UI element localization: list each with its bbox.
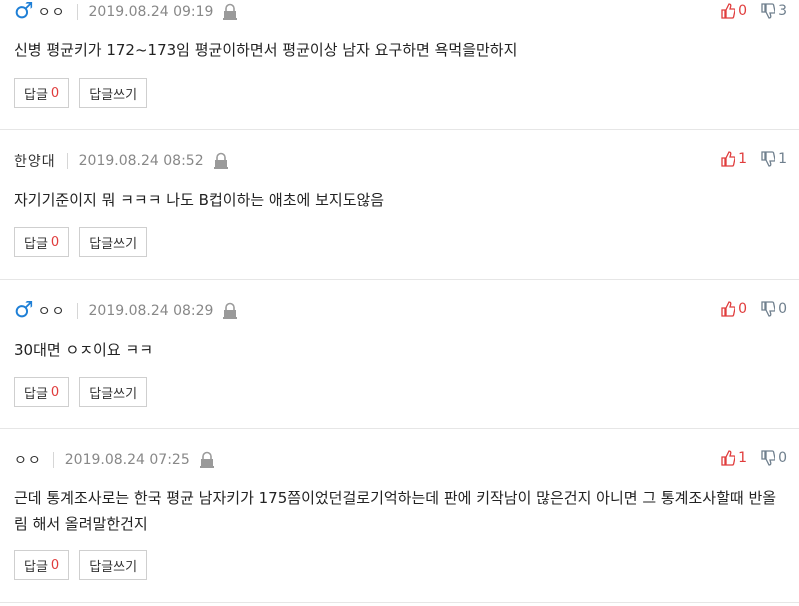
write-reply-button[interactable]: 답글쓰기	[79, 550, 148, 580]
reply-count: 0	[50, 234, 60, 250]
upvote-count: 0	[738, 3, 748, 19]
downvote-count: 1	[778, 151, 787, 167]
write-reply-button[interactable]: 답글쓰기	[79, 227, 148, 257]
downvote-button[interactable]: 0	[761, 301, 787, 317]
male-icon: ♂	[14, 298, 34, 323]
comment-date: 2019.08.24 07:25	[64, 452, 190, 468]
ip-lock-icon	[222, 3, 238, 21]
upvote-count: 1	[738, 151, 748, 167]
thumbs-down-icon	[761, 151, 776, 167]
comment-author: ㅇㅇ	[37, 5, 66, 21]
upvote-count: 1	[738, 450, 748, 466]
comment-item: 한양대 2019.08.24 08:52 1 1 자기기준이지 뭐 ㅋㅋㅋ 나도…	[0, 130, 799, 280]
reply-button[interactable]: 답글 0	[14, 550, 70, 580]
comment-author: ㅇㅇ	[37, 304, 66, 320]
thumbs-up-icon	[721, 151, 736, 167]
comment-date: 2019.08.24 08:52	[78, 153, 204, 169]
divider	[52, 452, 54, 468]
downvote-button[interactable]: 0	[761, 450, 787, 466]
divider	[76, 303, 78, 319]
reply-label: 답글	[24, 559, 48, 575]
reply-button[interactable]: 답글 0	[14, 78, 70, 108]
comment-votes: 1 1	[721, 149, 787, 169]
thumbs-down-icon	[761, 3, 776, 19]
comment-text: 30대면 ㅇㅈ이요 ㅋㅋ	[14, 341, 154, 359]
comment-text: 신병 평균키가 172~173임 평균이하면서 평균이상 남자 요구하면 욕먹을…	[14, 41, 518, 59]
reply-label: 답글	[24, 386, 48, 402]
comment-meta: ㅇㅇ 2019.08.24 07:25	[14, 450, 215, 470]
comment-author: 한양대	[14, 154, 56, 170]
upvote-button[interactable]: 0	[721, 301, 747, 317]
reply-label: 답글	[24, 87, 48, 103]
reply-button[interactable]: 답글 0	[14, 227, 70, 257]
reply-button[interactable]: 답글 0	[14, 377, 70, 407]
downvote-button[interactable]: 3	[761, 3, 787, 19]
divider	[66, 153, 68, 169]
comment-item: ♂ ㅇㅇ 2019.08.24 08:29 0 0 30대면 ㅇㅈ이요 ㅋㅋ 답…	[0, 280, 799, 429]
write-reply-button[interactable]: 답글쓰기	[79, 78, 148, 108]
comment-votes: 1 0	[721, 448, 787, 468]
comment-actions: 답글 0 답글쓰기	[14, 78, 157, 108]
thumbs-down-icon	[761, 450, 776, 466]
comment-votes: 0 0	[721, 299, 787, 319]
ip-lock-icon	[213, 152, 229, 170]
comment-item: ㅇㅇ 2019.08.24 07:25 1 0 근데 통계조사로는 한국 평균 …	[0, 429, 799, 603]
upvote-button[interactable]: 0	[721, 3, 747, 19]
comment-text: 근데 통계조사로는 한국 평균 남자키가 175쯤이었던걸로기억하는데 판에 키…	[14, 489, 777, 533]
upvote-button[interactable]: 1	[721, 151, 747, 167]
comment-actions: 답글 0 답글쓰기	[14, 377, 157, 407]
reply-count: 0	[50, 85, 60, 101]
thumbs-up-icon	[721, 3, 736, 19]
write-reply-button[interactable]: 답글쓰기	[79, 377, 148, 407]
thumbs-down-icon	[761, 301, 776, 317]
comment-actions: 답글 0 답글쓰기	[14, 227, 157, 257]
reply-label: 답글	[24, 236, 48, 252]
downvote-count: 0	[778, 301, 787, 317]
comment-meta: ♂ ㅇㅇ 2019.08.24 08:29	[14, 298, 238, 323]
reply-count: 0	[50, 384, 60, 400]
comment-date: 2019.08.24 09:19	[88, 4, 214, 20]
comment-meta: ♂ ㅇㅇ 2019.08.24 09:19	[14, 0, 238, 24]
comment-actions: 답글 0 답글쓰기	[14, 550, 157, 580]
ip-lock-icon	[199, 451, 215, 469]
comment-votes: 0 3	[721, 1, 787, 21]
downvote-count: 3	[778, 3, 787, 19]
reply-count: 0	[50, 557, 60, 573]
ip-lock-icon	[222, 302, 238, 320]
thumbs-up-icon	[721, 301, 736, 317]
divider	[76, 4, 78, 20]
male-icon: ♂	[14, 0, 34, 24]
thumbs-up-icon	[721, 450, 736, 466]
comment-list: ♂ ㅇㅇ 2019.08.24 09:19 0 3 신병 평균키가 172~17…	[0, 0, 799, 606]
upvote-count: 0	[738, 301, 748, 317]
comment-meta: 한양대 2019.08.24 08:52	[14, 151, 229, 171]
comment-date: 2019.08.24 08:29	[88, 303, 214, 319]
upvote-button[interactable]: 1	[721, 450, 747, 466]
comment-item: ♂ ㅇㅇ 2019.08.24 09:19 0 3 신병 평균키가 172~17…	[0, 0, 799, 130]
comment-author: ㅇㅇ	[14, 453, 42, 469]
downvote-button[interactable]: 1	[761, 151, 787, 167]
comment-text: 자기기준이지 뭐 ㅋㅋㅋ 나도 B컵이하는 애초에 보지도않음	[14, 191, 385, 209]
downvote-count: 0	[778, 450, 787, 466]
